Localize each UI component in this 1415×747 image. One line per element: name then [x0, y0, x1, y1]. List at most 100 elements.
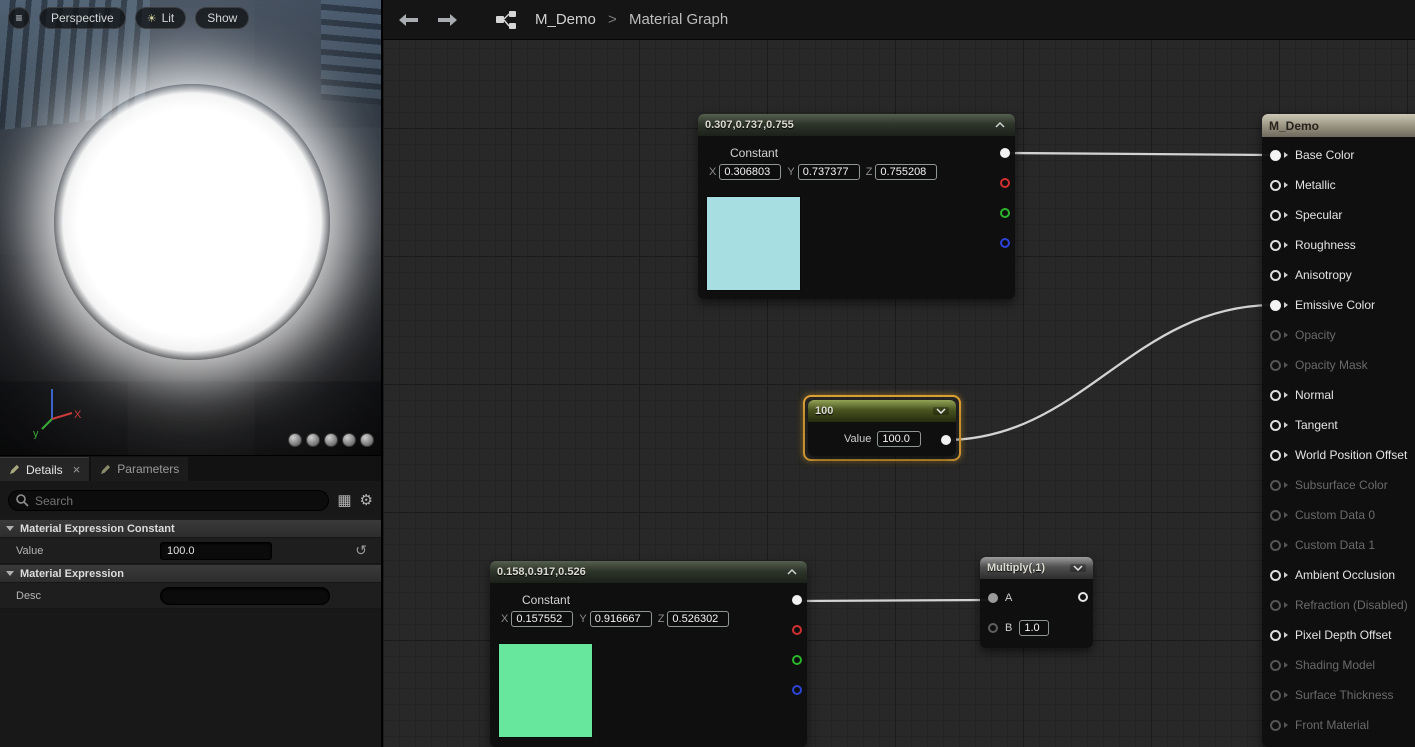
input-pin[interactable]: [1270, 180, 1281, 191]
constant3-node-bottom[interactable]: 0.158,0.917,0.526 Constant X Y Z: [490, 561, 807, 747]
perspective-button[interactable]: Perspective: [39, 7, 126, 29]
tab-details[interactable]: Details ×: [0, 457, 89, 481]
wire-constant-to-multiply-a[interactable]: [797, 600, 989, 601]
scalar-value-field[interactable]: [877, 431, 921, 447]
result-pin-row: Specular: [1262, 200, 1415, 230]
output-pin-b[interactable]: [792, 685, 802, 695]
search-input[interactable]: [8, 490, 329, 511]
node-header[interactable]: M_Demo: [1262, 114, 1415, 137]
input-pin[interactable]: [1270, 480, 1281, 491]
graph-hierarchy-icon[interactable]: [491, 7, 521, 33]
close-icon[interactable]: ×: [73, 462, 81, 477]
output-pin-b[interactable]: [1000, 238, 1010, 248]
input-pin[interactable]: [1270, 270, 1281, 281]
value-field[interactable]: [160, 542, 272, 560]
pin-arrow-icon: [1284, 422, 1288, 428]
input-pin[interactable]: [1270, 420, 1281, 431]
tab-parameters[interactable]: Parameters: [91, 457, 188, 481]
z-value-field[interactable]: [667, 611, 729, 627]
input-pin[interactable]: [1270, 690, 1281, 701]
input-pin-a[interactable]: [988, 593, 998, 603]
output-pin-g[interactable]: [1000, 208, 1010, 218]
input-pin[interactable]: [1270, 330, 1281, 341]
input-pin[interactable]: [1270, 210, 1281, 221]
input-pin[interactable]: [1270, 540, 1281, 551]
output-pin-r[interactable]: [1000, 178, 1010, 188]
input-pin[interactable]: [1270, 720, 1281, 731]
forward-arrow-icon[interactable]: [433, 7, 463, 33]
result-pin-row: Ambient Occlusion: [1262, 560, 1415, 590]
pin-arrow-icon: [1284, 632, 1288, 638]
back-arrow-icon[interactable]: [393, 7, 423, 33]
scalar-constant-node[interactable]: 100 Value: [808, 400, 956, 456]
multiply-input-b-row: B: [980, 613, 1093, 643]
input-pin[interactable]: [1270, 630, 1281, 641]
node-header[interactable]: 0.307,0.737,0.755: [698, 114, 1015, 136]
output-pin[interactable]: [941, 435, 951, 445]
section-material-expression[interactable]: Material Expression: [0, 564, 381, 583]
multiply-node[interactable]: Multiply(,1) A B: [980, 557, 1093, 648]
node-header[interactable]: Multiply(,1): [980, 557, 1093, 579]
desc-property-row: Desc: [0, 583, 381, 609]
chevron-up-icon[interactable]: [992, 121, 1008, 129]
input-pin[interactable]: [1270, 510, 1281, 521]
input-pin[interactable]: [1270, 600, 1281, 611]
y-value-field[interactable]: [590, 611, 652, 627]
preview-shape-plane-button[interactable]: [324, 433, 338, 447]
desc-field[interactable]: [160, 587, 330, 605]
material-graph-canvas[interactable]: 0.307,0.737,0.755 Constant X Y Z: [383, 0, 1415, 747]
chevron-down-icon[interactable]: [933, 407, 949, 415]
output-pin-rgb[interactable]: [792, 595, 802, 605]
input-b-label: B: [1005, 622, 1012, 634]
x-value-field[interactable]: [719, 164, 781, 180]
preview-shape-cube-button[interactable]: [342, 433, 356, 447]
input-pin[interactable]: [1270, 360, 1281, 371]
wire-scalar-to-emissive[interactable]: [943, 305, 1275, 440]
settings-gear-icon[interactable]: ⚙: [360, 493, 373, 508]
preview-shape-cylinder-button[interactable]: [288, 433, 302, 447]
pin-label: Custom Data 1: [1295, 538, 1375, 552]
lit-mode-button[interactable]: ☀ Lit: [135, 7, 187, 29]
input-pin[interactable]: [1270, 390, 1281, 401]
node-title: Multiply(,1): [987, 562, 1070, 574]
node-header[interactable]: 0.158,0.917,0.526: [490, 561, 807, 583]
result-pin-row: Roughness: [1262, 230, 1415, 260]
preview-shape-custom-button[interactable]: [360, 433, 374, 447]
input-pin[interactable]: [1270, 570, 1281, 581]
input-pin-b[interactable]: [988, 623, 998, 633]
pin-label: Specular: [1295, 208, 1342, 222]
show-button[interactable]: Show: [195, 7, 249, 29]
b-value-field[interactable]: [1019, 620, 1049, 636]
x-value-field[interactable]: [511, 611, 573, 627]
pin-arrow-icon: [1284, 512, 1288, 518]
value-property-row: Value ↺: [0, 538, 381, 564]
input-pin[interactable]: [1270, 240, 1281, 251]
output-pin[interactable]: [1078, 592, 1088, 602]
y-value-field[interactable]: [798, 164, 860, 180]
output-pin-rgb[interactable]: [1000, 148, 1010, 158]
wire-constant-to-basecolor[interactable]: [1005, 153, 1275, 155]
constant3-node-top[interactable]: 0.307,0.737,0.755 Constant X Y Z: [698, 114, 1015, 299]
output-pin-g[interactable]: [792, 655, 802, 665]
input-pin[interactable]: [1270, 150, 1281, 161]
view-options-icon[interactable]: ▦: [337, 493, 351, 508]
material-result-node[interactable]: M_Demo Base Color Metallic Specular Roug…: [1262, 114, 1415, 747]
z-axis-label: Z: [658, 613, 665, 625]
edit-pencil-icon: [100, 464, 111, 475]
chevron-up-icon[interactable]: [784, 568, 800, 576]
input-pin[interactable]: [1270, 300, 1281, 311]
viewport-menu-button[interactable]: ≡: [8, 7, 30, 29]
breadcrumb-page[interactable]: Material Graph: [629, 11, 728, 28]
chevron-down-icon[interactable]: [1070, 564, 1086, 572]
input-pin[interactable]: [1270, 660, 1281, 671]
result-pin-row: Refraction (Disabled): [1262, 590, 1415, 620]
z-value-field[interactable]: [875, 164, 937, 180]
node-header[interactable]: 100: [808, 400, 956, 422]
input-pin[interactable]: [1270, 450, 1281, 461]
preview-viewport[interactable]: ≡ Perspective ☀ Lit Show X y: [0, 0, 381, 455]
reset-to-default-icon[interactable]: ↺: [355, 542, 367, 559]
section-material-expression-constant[interactable]: Material Expression Constant: [0, 519, 381, 538]
preview-shape-sphere-button[interactable]: [306, 433, 320, 447]
output-pin-r[interactable]: [792, 625, 802, 635]
breadcrumb-asset[interactable]: M_Demo: [535, 11, 596, 28]
